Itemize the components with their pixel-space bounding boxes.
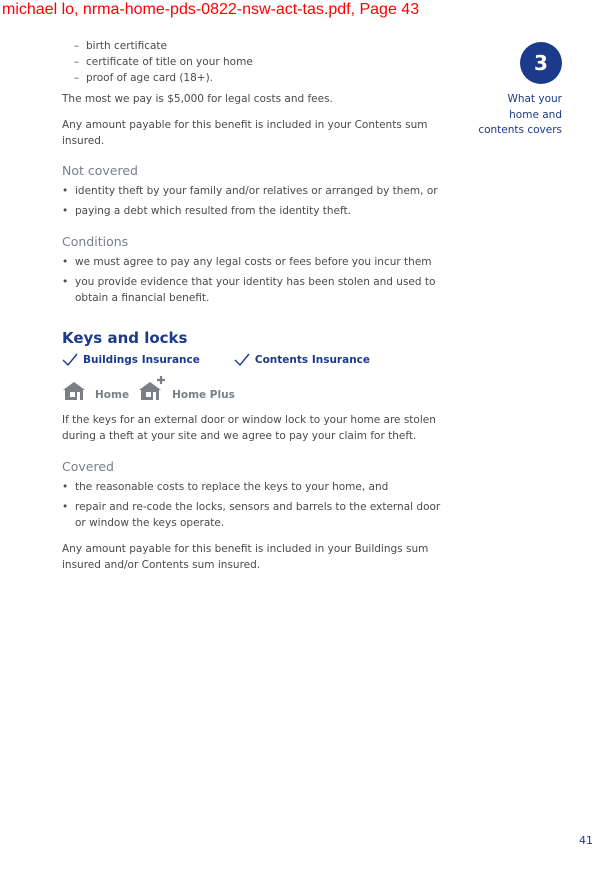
sum-insured-paragraph: Any amount payable for this benefit is i…: [62, 543, 429, 571]
list-item: paying a debt which resulted from the id…: [62, 203, 454, 219]
list-item: proof of age card (18+).: [62, 70, 454, 86]
conditions-list: we must agree to pay any legal costs or …: [62, 254, 454, 306]
buildings-cover: Buildings Insurance: [62, 353, 200, 367]
main-content: birth certificate certificate of title o…: [62, 38, 454, 573]
document-list: birth certificate certificate of title o…: [62, 38, 454, 86]
check-icon: [62, 353, 78, 367]
list-item: identity theft by your family and/or rel…: [62, 183, 454, 199]
max-pay-paragraph: The most we pay is $5,000 for legal cost…: [62, 93, 333, 105]
cover-label: Contents Insurance: [254, 354, 371, 366]
contents-cover: Contents Insurance: [234, 353, 370, 367]
product-label: Home: [95, 389, 130, 401]
list-item: we must agree to pay any legal costs or …: [62, 254, 454, 270]
list-item: you provide evidence that your identity …: [62, 274, 454, 306]
contents-sum-paragraph: Any amount payable for this benefit is i…: [62, 119, 428, 147]
list-item: the reasonable costs to replace the keys…: [62, 479, 454, 495]
list-item: birth certificate: [62, 38, 454, 54]
cover-types: Buildings Insurance Contents Insurance: [62, 351, 454, 369]
chapter-sidebar: 3 What your home and contents covers: [470, 42, 562, 139]
not-covered-list: identity theft by your family and/or rel…: [62, 183, 454, 219]
keys-and-locks-heading: Keys and locks: [62, 329, 188, 347]
check-icon: [234, 353, 250, 367]
covered-heading: Covered: [62, 459, 114, 474]
keys-intro-paragraph: If the keys for an external door or wind…: [62, 414, 436, 442]
list-item: certificate of title on your home: [62, 54, 454, 70]
document-header: michael lo, nrma-home-pds-0822-nsw-act-t…: [2, 1, 420, 18]
covered-list: the reasonable costs to replace the keys…: [62, 479, 454, 531]
not-covered-heading: Not covered: [62, 163, 138, 178]
chapter-title: What your home and contents covers: [478, 93, 562, 136]
house-plus-icon: [139, 376, 166, 400]
page-number: 41: [579, 834, 593, 847]
product-home: Home: [62, 381, 129, 401]
product-label: Home Plus: [172, 389, 235, 401]
list-item: repair and re-code the locks, sensors an…: [62, 499, 454, 531]
house-icon: [63, 382, 85, 400]
cover-label: Buildings Insurance: [83, 354, 200, 366]
chapter-number-badge: 3: [520, 42, 562, 84]
product-home-plus: Home Plus: [138, 375, 235, 401]
conditions-heading: Conditions: [62, 234, 129, 249]
product-types: Home Home Plus: [62, 375, 454, 401]
